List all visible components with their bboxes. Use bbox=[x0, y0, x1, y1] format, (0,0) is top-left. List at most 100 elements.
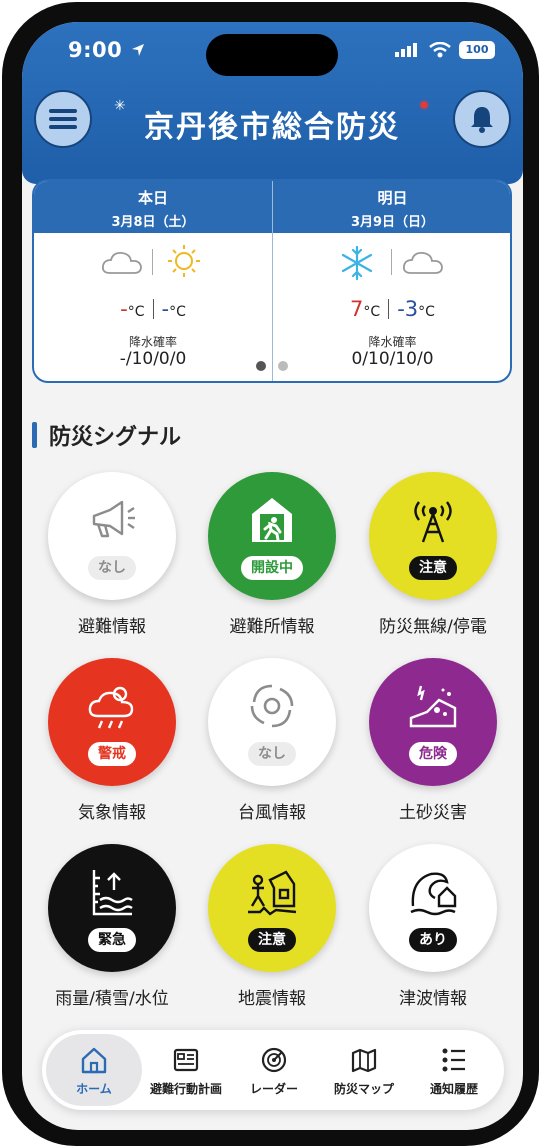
icon-separator bbox=[391, 249, 392, 275]
section-title: 防災シグナル bbox=[49, 425, 182, 450]
signal-badge: 緊急 bbox=[88, 928, 136, 952]
notification-button[interactable] bbox=[453, 90, 511, 148]
storm-cloud-icon bbox=[88, 686, 134, 729]
shelter-exit-icon bbox=[252, 498, 292, 542]
signal-label: 台風情報 bbox=[238, 803, 306, 823]
weather-card[interactable]: 本日 3月8日（土） 明日 3月9日（日） -°C -°C 降水確率 -/10/… bbox=[32, 179, 512, 383]
signal-badge: なし bbox=[248, 742, 296, 766]
signal-icon bbox=[395, 43, 417, 57]
carousel-dot[interactable] bbox=[278, 361, 288, 371]
sun-icon: ✹ bbox=[418, 98, 432, 114]
nav-label: 防災マップ bbox=[333, 1082, 394, 1096]
bell-icon bbox=[471, 107, 493, 133]
app-title-text: 京丹後市総合防災 bbox=[144, 110, 400, 145]
hamburger-icon bbox=[49, 109, 77, 129]
radar-icon bbox=[261, 1047, 287, 1073]
app-header: 9:00 100 ✳ 京丹後市総合防災 ✹ bbox=[22, 22, 523, 184]
status-time-text: 9:00 bbox=[68, 38, 123, 62]
tomorrow-high: 7 bbox=[350, 297, 364, 321]
signal-shelter[interactable]: 開設中 避難所情報 bbox=[197, 472, 347, 637]
app-title: ✳ 京丹後市総合防災 ✹ bbox=[114, 98, 430, 146]
water-level-icon bbox=[92, 870, 133, 916]
signal-tsunami[interactable]: あり 津波情報 bbox=[358, 844, 508, 1009]
tomorrow-low-unit: °C bbox=[418, 304, 435, 320]
today-high-unit: °C bbox=[127, 304, 145, 320]
signal-typhoon[interactable]: なし 台風情報 bbox=[197, 658, 347, 823]
signal-label: 気象情報 bbox=[78, 803, 146, 823]
signal-landslide[interactable]: 危険 土砂災害 bbox=[358, 658, 508, 823]
today-high: - bbox=[120, 297, 128, 321]
today-label: 本日 bbox=[137, 189, 168, 207]
bottom-navigation: ホーム 避難行動計画 レーダー 防災マップ 通知履歴 bbox=[42, 1030, 504, 1110]
home-icon bbox=[81, 1047, 107, 1074]
signal-badge: 開設中 bbox=[241, 556, 303, 580]
tomorrow-precip-label: 降水確率 bbox=[368, 335, 417, 349]
nav-evacuation-plan[interactable]: 避難行動計画 bbox=[140, 1030, 232, 1110]
signal-circle: 警戒 bbox=[48, 658, 176, 786]
nav-home[interactable]: ホーム bbox=[48, 1030, 140, 1110]
signal-circle: あり bbox=[369, 844, 497, 972]
battery-indicator: 100 bbox=[459, 41, 495, 59]
plan-icon bbox=[173, 1048, 199, 1072]
signal-radio-power[interactable]: 注意 防災無線/停電 bbox=[358, 472, 508, 637]
tomorrow-low: -3 bbox=[397, 297, 419, 321]
carousel-dots[interactable] bbox=[256, 361, 288, 371]
tomorrow-label: 明日 bbox=[377, 189, 408, 207]
dynamic-island bbox=[206, 34, 338, 76]
signal-badge: 危険 bbox=[409, 742, 457, 766]
nav-label: ホーム bbox=[76, 1082, 112, 1096]
location-arrow-icon bbox=[132, 44, 145, 56]
signal-label: 避難情報 bbox=[78, 617, 146, 637]
today-forecast: -°C -°C 降水確率 -/10/0/0 bbox=[34, 233, 272, 381]
today-precip: -/10/0/0 bbox=[119, 349, 187, 369]
signal-badge: 注意 bbox=[409, 556, 457, 580]
signal-badge: あり bbox=[409, 928, 457, 952]
list-icon bbox=[442, 1048, 465, 1072]
nav-label: 通知履歴 bbox=[429, 1082, 478, 1096]
landslide-icon bbox=[409, 685, 457, 728]
earthquake-icon bbox=[248, 870, 297, 916]
signal-badge: 注意 bbox=[248, 928, 296, 952]
today-temps: -°C -°C bbox=[34, 297, 272, 321]
signal-circle: 危険 bbox=[369, 658, 497, 786]
signal-label: 防災無線/停電 bbox=[379, 617, 487, 637]
today-precip-label: 降水確率 bbox=[128, 335, 177, 349]
signal-label: 避難所情報 bbox=[229, 617, 315, 637]
icon-separator bbox=[152, 249, 153, 275]
signal-label: 地震情報 bbox=[238, 989, 306, 1009]
signal-rainfall-water-level[interactable]: 緊急 雨量/積雪/水位 bbox=[37, 844, 187, 1009]
wifi-icon bbox=[429, 42, 451, 58]
sun-icon bbox=[168, 245, 200, 277]
signal-circle: なし bbox=[208, 658, 336, 786]
today-header: 本日 3月8日（土） bbox=[34, 181, 272, 233]
snowflake-icon: ✳ bbox=[114, 98, 128, 114]
today-low-unit: °C bbox=[169, 304, 186, 320]
today-date: 3月8日（土） bbox=[111, 215, 195, 230]
radio-tower-icon bbox=[414, 501, 452, 543]
signal-earthquake[interactable]: 注意 地震情報 bbox=[197, 844, 347, 1009]
tomorrow-precip: 0/10/10/0 bbox=[351, 349, 434, 369]
nav-radar[interactable]: レーダー bbox=[228, 1030, 320, 1110]
map-icon bbox=[351, 1048, 377, 1073]
signal-circle: 注意 bbox=[369, 472, 497, 600]
signal-circle: 注意 bbox=[208, 844, 336, 972]
tomorrow-date: 3月9日（日） bbox=[350, 215, 435, 230]
cloud-icon bbox=[402, 251, 443, 274]
signal-circle: 開設中 bbox=[208, 472, 336, 600]
signal-circle: なし bbox=[48, 472, 176, 600]
signal-label: 津波情報 bbox=[399, 989, 467, 1009]
nav-notification-history[interactable]: 通知履歴 bbox=[408, 1030, 500, 1110]
cloud-icon bbox=[101, 251, 142, 274]
signal-evacuation[interactable]: なし 避難情報 bbox=[37, 472, 187, 637]
typhoon-icon bbox=[250, 684, 294, 728]
status-time: 9:00 bbox=[68, 38, 146, 62]
signal-badge: なし bbox=[88, 556, 136, 580]
carousel-dot-active[interactable] bbox=[256, 361, 266, 371]
tsunami-icon bbox=[410, 872, 457, 916]
nav-label: レーダー bbox=[249, 1082, 298, 1096]
phone-frame: 9:00 100 ✳ 京丹後市総合防災 ✹ 本日 3月8日（土） 明日 3月9日… bbox=[2, 2, 539, 1146]
tomorrow-temps: 7°C -3°C bbox=[273, 297, 510, 321]
menu-button[interactable] bbox=[34, 90, 92, 148]
signal-weather[interactable]: 警戒 気象情報 bbox=[37, 658, 187, 823]
nav-disaster-map[interactable]: 防災マップ bbox=[318, 1030, 410, 1110]
